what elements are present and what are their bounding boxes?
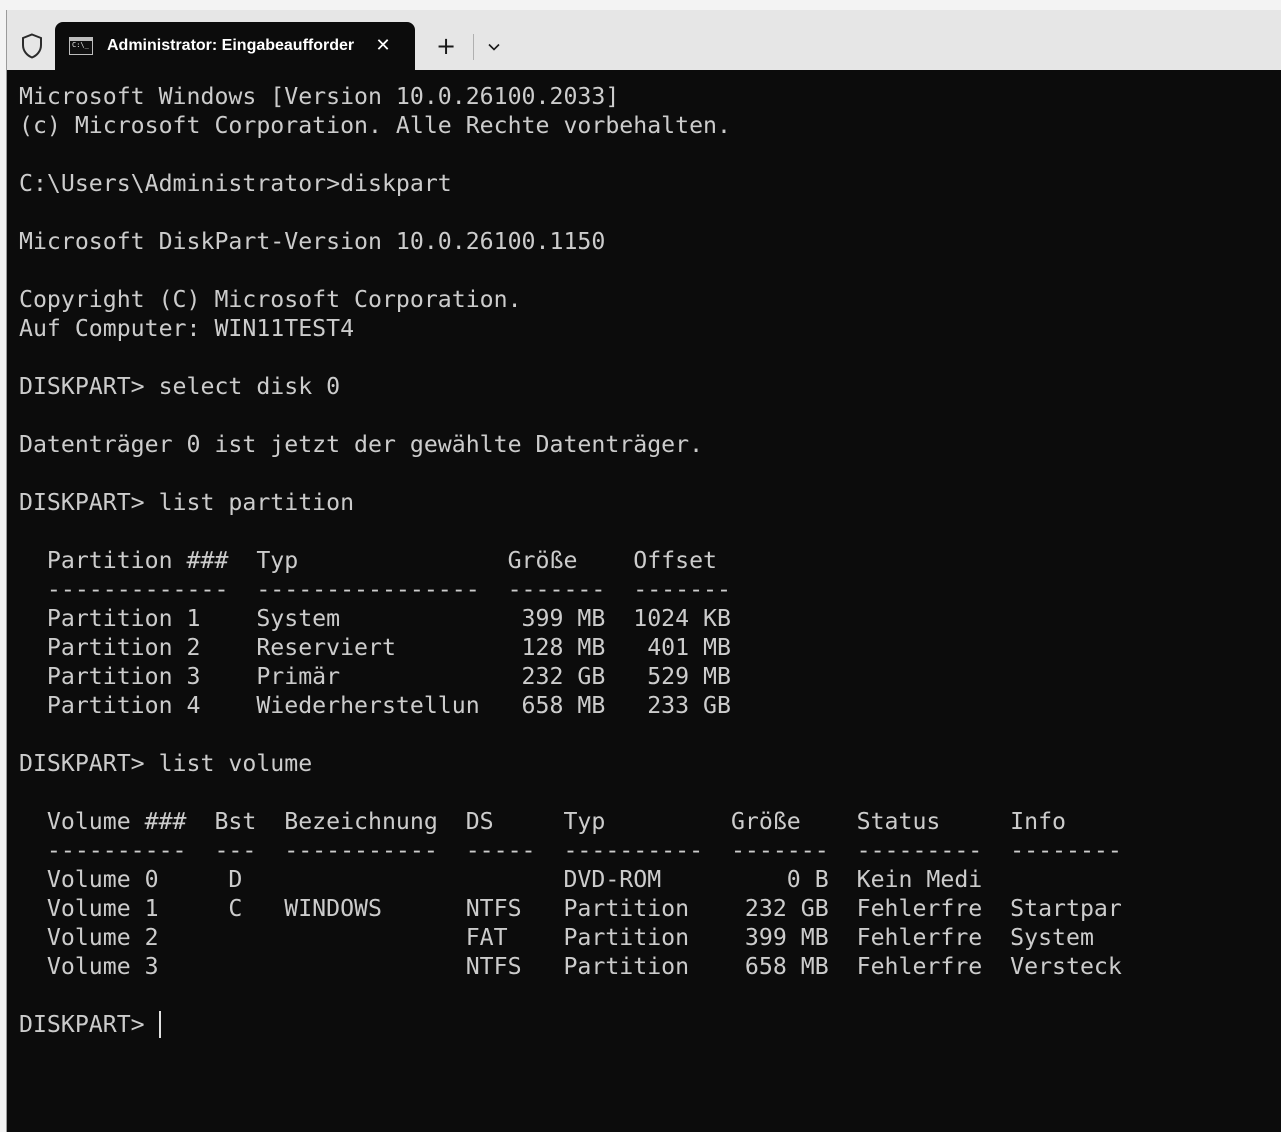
- terminal-line-text: DISKPART> list partition: [19, 489, 355, 516]
- terminal-line: Copyright (C) Microsoft Corporation.: [19, 285, 1269, 314]
- terminal-line: (c) Microsoft Corporation. Alle Rechte v…: [19, 111, 1269, 140]
- new-tab-button[interactable]: +: [431, 32, 461, 62]
- terminal-line-text: ------------- ---------------- ------- -…: [19, 576, 731, 603]
- terminal-line: Partition 3 Primär 232 GB 529 MB: [19, 662, 1269, 691]
- title-bar: C:\_ Administrator: Eingabeaufforderung …: [7, 10, 1281, 70]
- terminal-window: C:\_ Administrator: Eingabeaufforderung …: [6, 10, 1281, 1132]
- titlebar-divider: [473, 34, 474, 60]
- terminal-line-text: Microsoft Windows [Version 10.0.26100.20…: [19, 83, 620, 110]
- terminal-line: Microsoft DiskPart-Version 10.0.26100.11…: [19, 227, 1269, 256]
- terminal-line-text: Partition ### Typ Größe Offset: [19, 547, 718, 574]
- terminal-icon-label: C:\_: [72, 41, 89, 49]
- terminal-line: Partition ### Typ Größe Offset: [19, 546, 1269, 575]
- terminal-line-text: Volume 0 D DVD-ROM 0 B Kein Medi: [19, 866, 983, 893]
- terminal-line-text: Partition 3 Primär 232 GB 529 MB: [19, 663, 731, 690]
- terminal-line: Volume 1 C WINDOWS NTFS Partition 232 GB…: [19, 894, 1269, 923]
- terminal-line-text: Partition 4 Wiederherstellun 658 MB 233 …: [19, 692, 731, 719]
- terminal-line: Volume 2 FAT Partition 399 MB Fehlerfre …: [19, 923, 1269, 952]
- terminal-line-text: Copyright (C) Microsoft Corporation.: [19, 286, 522, 313]
- terminal-line-text: Volume ### Bst Bezeichnung DS Typ Größe …: [19, 808, 1067, 835]
- chevron-down-icon[interactable]: [481, 34, 507, 60]
- terminal-line-text: DISKPART> select disk 0: [19, 373, 341, 400]
- terminal-line: Volume 0 D DVD-ROM 0 B Kein Medi: [19, 865, 1269, 894]
- terminal-line: Datenträger 0 ist jetzt der gewählte Dat…: [19, 430, 1269, 459]
- terminal-line: C:\Users\Administrator>diskpart: [19, 169, 1269, 198]
- terminal-line-text: Datenträger 0 ist jetzt der gewählte Dat…: [19, 431, 704, 458]
- terminal-line-text: Partition 2 Reserviert 128 MB 401 MB: [19, 634, 731, 661]
- terminal-line: Partition 2 Reserviert 128 MB 401 MB: [19, 633, 1269, 662]
- terminal-line: ---------- --- ----------- ----- -------…: [19, 836, 1269, 865]
- terminal-line: ------------- ---------------- ------- -…: [19, 575, 1269, 604]
- terminal-output[interactable]: Microsoft Windows [Version 10.0.26100.20…: [19, 82, 1269, 1122]
- terminal-line-text: Auf Computer: WIN11TEST4: [19, 315, 355, 342]
- terminal-line-text: ---------- --- ----------- ----- -------…: [19, 837, 1122, 864]
- terminal-line-text: Microsoft DiskPart-Version 10.0.26100.11…: [19, 228, 606, 255]
- terminal-line-text: (c) Microsoft Corporation. Alle Rechte v…: [19, 112, 731, 139]
- terminal-line-text: DISKPART> list volume: [19, 750, 313, 777]
- terminal-line-text: DISKPART>: [19, 1011, 159, 1038]
- terminal-line: DISKPART> select disk 0: [19, 372, 1269, 401]
- terminal-line: DISKPART> list partition: [19, 488, 1269, 517]
- terminal-line: Partition 1 System 399 MB 1024 KB: [19, 604, 1269, 633]
- tab-title: Administrator: Eingabeaufforderung: [107, 37, 355, 54]
- terminal-line-text: Volume 1 C WINDOWS NTFS Partition 232 GB…: [19, 895, 1122, 922]
- terminal-line-text: Partition 1 System 399 MB 1024 KB: [19, 605, 731, 632]
- terminal-line: Volume 3 NTFS Partition 658 MB Fehlerfre…: [19, 952, 1269, 981]
- tab-administrator-cmd[interactable]: C:\_ Administrator: Eingabeaufforderung …: [55, 22, 415, 70]
- terminal-line: DISKPART> list volume: [19, 749, 1269, 778]
- terminal-line-text: Volume 3 NTFS Partition 658 MB Fehlerfre…: [19, 953, 1122, 980]
- terminal-line: DISKPART>: [19, 1010, 1269, 1039]
- shield-icon: [19, 32, 45, 60]
- text-cursor: [158, 1011, 161, 1038]
- terminal-line: Volume ### Bst Bezeichnung DS Typ Größe …: [19, 807, 1269, 836]
- terminal-line: Partition 4 Wiederherstellun 658 MB 233 …: [19, 691, 1269, 720]
- terminal-line-text: Volume 2 FAT Partition 399 MB Fehlerfre …: [19, 924, 1094, 951]
- terminal-line: Auf Computer: WIN11TEST4: [19, 314, 1269, 343]
- terminal-icon: C:\_: [69, 37, 93, 55]
- terminal-line: Microsoft Windows [Version 10.0.26100.20…: [19, 82, 1269, 111]
- terminal-line-text: C:\Users\Administrator>diskpart: [19, 170, 452, 197]
- close-icon[interactable]: ✕: [371, 34, 395, 58]
